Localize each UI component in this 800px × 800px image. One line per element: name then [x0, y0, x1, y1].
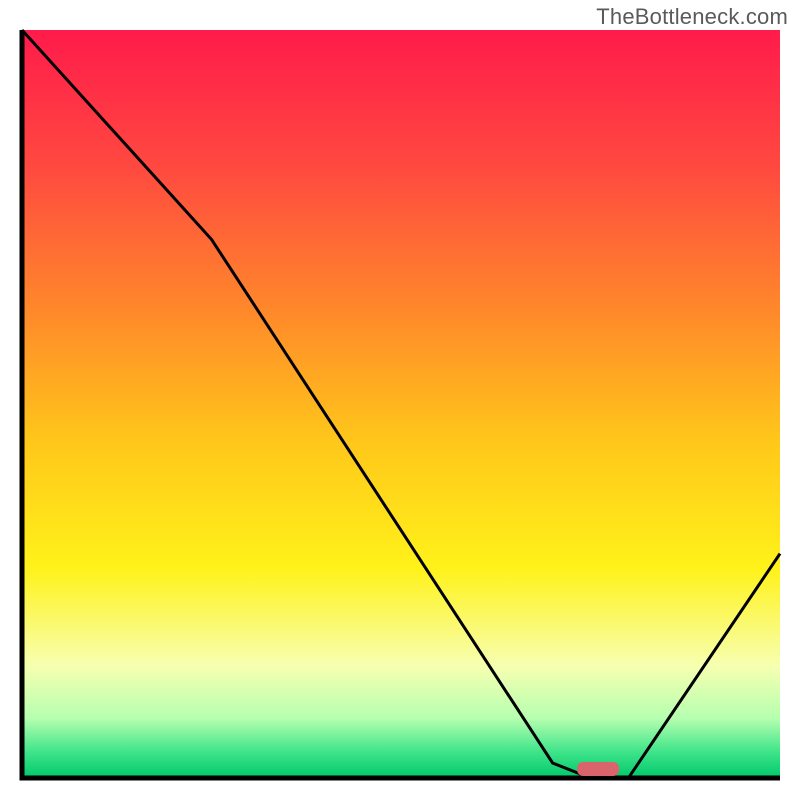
bottleneck-chart	[0, 0, 800, 800]
watermark-text: TheBottleneck.com	[596, 4, 788, 30]
chart-container: TheBottleneck.com	[0, 0, 800, 800]
plot-background	[22, 30, 780, 778]
optimal-marker	[577, 762, 619, 776]
